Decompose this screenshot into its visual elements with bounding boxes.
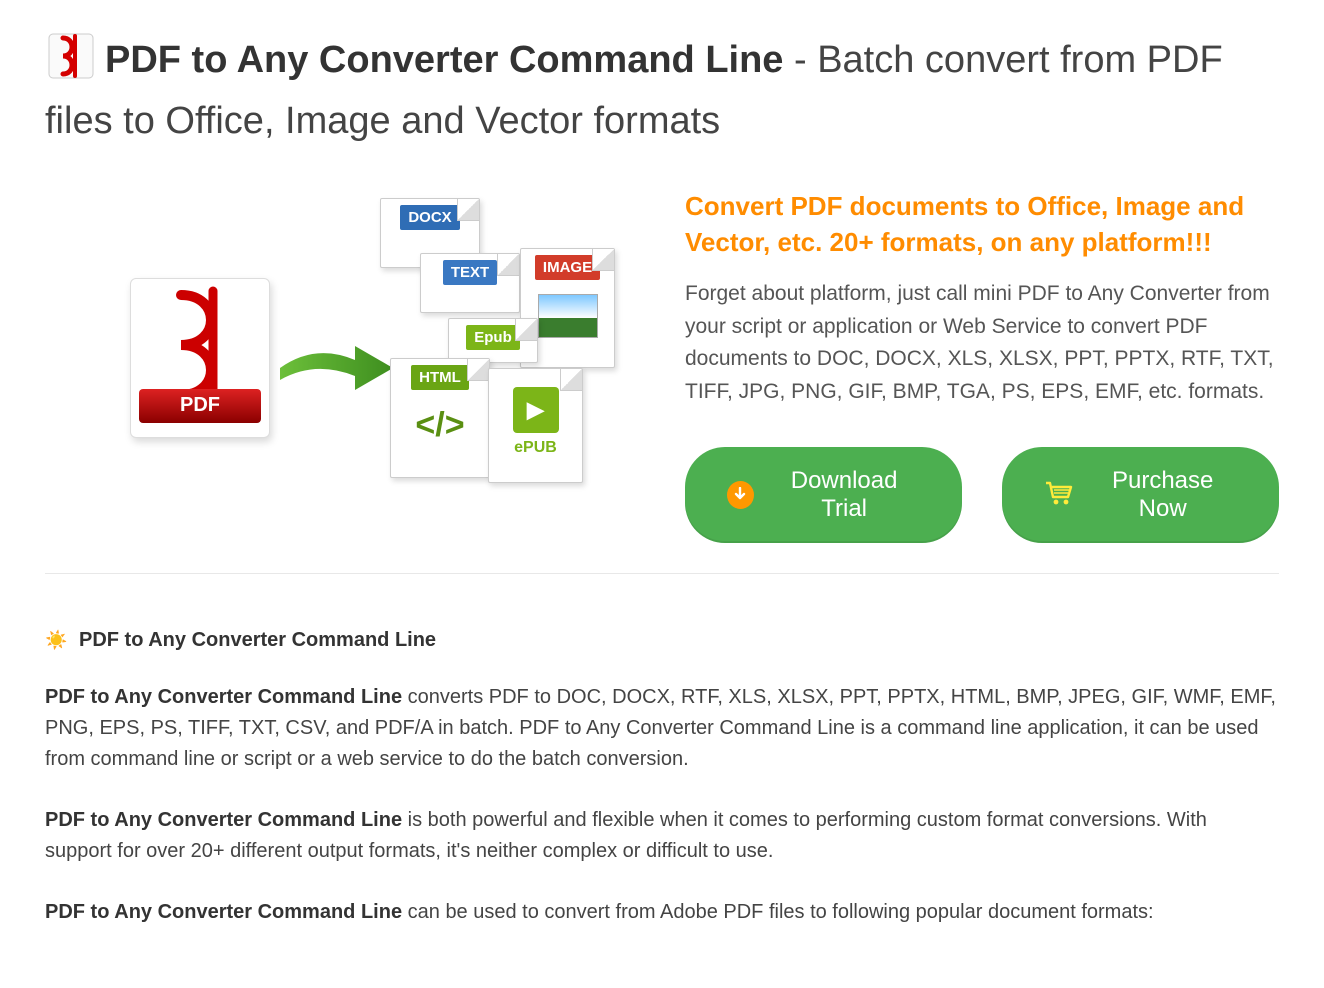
para1-bold: PDF to Any Converter Command Line [45,686,402,708]
page-title-bold: PDF to Any Converter Command Line [105,39,783,81]
target-html: HTML [411,365,469,390]
paragraph-3: PDF to Any Converter Command Line can be… [45,897,1279,928]
cart-icon [1044,480,1074,510]
purchase-now-button[interactable]: Purchase Now [1002,447,1279,543]
arrow-icon [275,338,395,398]
para3-bold: PDF to Any Converter Command Line [45,901,402,923]
target-epub2: ePUB [514,439,557,457]
hero-text: Convert PDF documents to Office, Image a… [685,188,1279,543]
page-title: PDF to Any Converter Command Line - Batc… [45,30,1279,148]
pdf-source-icon: PDF [130,278,270,438]
target-image: IMAGE [535,255,600,280]
target-text: TEXT [443,260,497,285]
hero-headline: Convert PDF documents to Office, Image a… [685,188,1279,261]
download-trial-label: Download Trial [768,467,920,523]
download-trial-button[interactable]: Download Trial [685,447,962,543]
sun-bullet-icon: ☀️ [45,630,67,650]
pdf-app-icon [45,30,97,96]
paragraph-1: PDF to Any Converter Command Line conver… [45,682,1279,775]
hero-row: PDF DOCX TEXT IMAGE [45,188,1279,543]
divider [45,573,1279,574]
para2-bold: PDF to Any Converter Command Line [45,809,402,831]
button-row: Download Trial Purchase Now [685,447,1279,543]
download-icon [727,481,754,509]
target-epub: Epub [466,325,520,350]
target-docx: DOCX [400,205,459,230]
purchase-now-label: Purchase Now [1088,467,1237,523]
hero-subtext: Forget about platform, just call mini PD… [685,278,1279,408]
para3-rest: can be used to convert from Adobe PDF fi… [402,901,1154,923]
hero-graphic: PDF DOCX TEXT IMAGE [45,188,635,488]
section-heading: ☀️ PDF to Any Converter Command Line [45,629,1279,652]
pdf-label: PDF [139,389,261,423]
paragraph-2: PDF to Any Converter Command Line is bot… [45,805,1279,867]
section-heading-text: PDF to Any Converter Command Line [79,629,436,651]
